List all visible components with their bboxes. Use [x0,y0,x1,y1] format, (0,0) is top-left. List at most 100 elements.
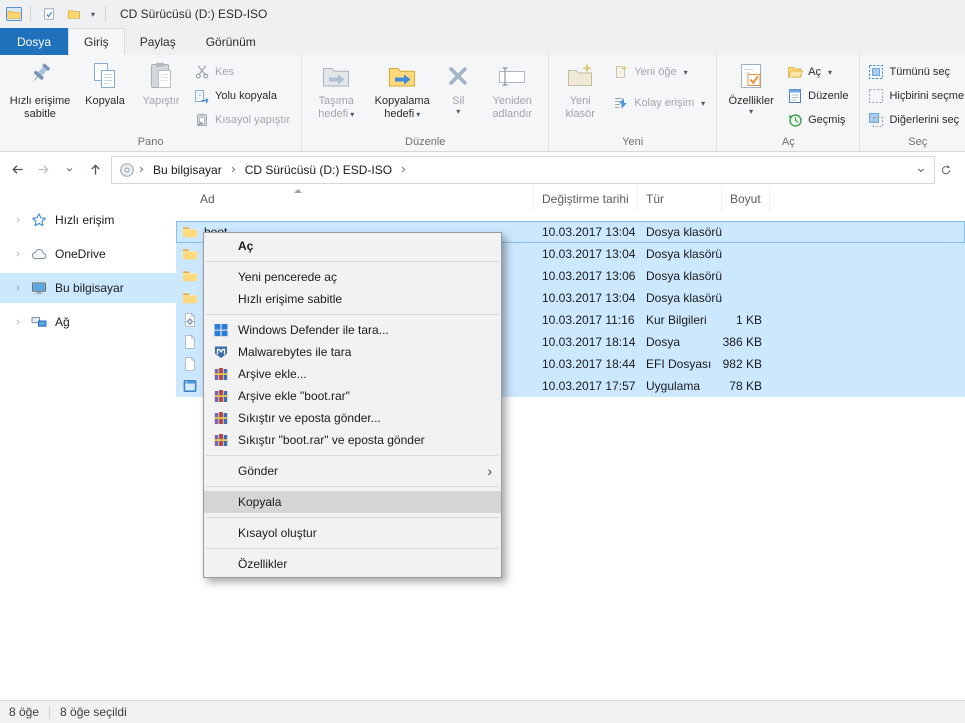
rename-button[interactable]: Yeniden adlandır [479,56,545,134]
edit-icon [787,88,803,104]
recent-locations-button[interactable] [56,157,82,183]
file-icon [182,334,198,350]
new-item-button[interactable]: Yeni öğe ▾ [610,60,711,84]
column-header-size[interactable]: Boyut [722,187,770,211]
qat-customize-caret-icon[interactable]: ▾ [89,10,97,19]
breadcrumb-this-pc[interactable]: Bu bilgisayar [148,163,227,177]
sidebar-item-onedrive[interactable]: OneDrive [0,239,176,269]
address-dropdown-button[interactable] [910,159,932,181]
cd-drive-icon [119,162,135,178]
copy-button[interactable]: Kopyala [77,56,133,134]
copy-to-button[interactable]: Kopyalama hedefi ▾ [367,56,437,134]
menu-separator [206,261,499,262]
menu-item-defender-scan[interactable]: Windows Defender ile tara... [204,319,501,341]
menu-separator [206,314,499,315]
move-to-button[interactable]: Taşıma hedefi ▾ [305,56,367,134]
ribbon-group-open: Özellikler ▾ Aç ▾ Düzenle Geçmiş Aç [717,55,861,151]
dropdown-caret-icon: ▾ [701,98,706,108]
column-header-type[interactable]: Tür [638,187,722,211]
sidebar-item-quick-access[interactable]: Hızlı erişim [0,205,176,235]
menu-item-pin-to-quick-access[interactable]: Hızlı erişime sabitle [204,288,501,310]
menu-item-properties[interactable]: Özellikler [204,553,501,575]
group-label-organize: Düzenle [405,136,446,148]
item-count: 8 öğe [9,705,40,719]
chevron-right-icon [397,164,410,175]
easy-access-icon [613,95,629,111]
qat-new-folder-button[interactable] [64,4,84,24]
column-header-name[interactable]: Ad [176,187,534,211]
new-item-icon [613,64,629,80]
refresh-button[interactable] [935,159,957,181]
properties-mini-icon [42,7,56,21]
tab-view[interactable]: Görünüm [191,28,271,55]
invert-selection-button[interactable]: Diğerlerini seç [865,108,965,132]
forward-button[interactable] [30,157,56,183]
ribbon-tabs: Dosya Giriş Paylaş Görünüm [0,28,965,55]
sidebar-item-label: Hızlı erişim [55,213,115,227]
menu-item-compress-and-email[interactable]: Sıkıştır ve eposta gönder... [204,407,501,429]
ribbon: Hızlı erişime sabitle Kopyala Yapıştır K… [0,55,965,152]
delete-button[interactable]: Sil ▾ [437,56,479,134]
setup-information-icon [182,312,198,328]
select-none-button[interactable]: Hiçbirini seçme [865,84,965,108]
sidebar-item-network[interactable]: Ağ [0,307,176,337]
menu-item-create-shortcut[interactable]: Kısayol oluştur [204,522,501,544]
qat-properties-button[interactable] [39,4,59,24]
window-title: CD Sürücüsü (D:) ESD-ISO [120,7,268,21]
menu-item-malwarebytes-scan[interactable]: Malwarebytes ile tara [204,341,501,363]
select-all-icon [868,64,884,80]
dropdown-caret-icon: ▾ [749,107,754,116]
pin-to-quick-access-button[interactable]: Hızlı erişime sabitle [3,56,77,134]
chevron-right-icon [13,215,23,225]
edit-button[interactable]: Düzenle [784,84,854,108]
tab-file[interactable]: Dosya [0,28,69,55]
breadcrumb-cd-drive[interactable]: CD Sürücüsü (D:) ESD-ISO [240,163,397,177]
easy-access-button[interactable]: Kolay erişim ▾ [610,91,711,115]
chevron-right-icon [135,164,148,175]
group-label-new: Yeni [622,136,644,148]
select-all-button[interactable]: Tümünü seç [865,60,965,84]
scissors-icon [194,64,210,80]
invert-selection-icon [868,112,884,128]
windows-defender-icon [213,322,229,338]
menu-item-open-new-window[interactable]: Yeni pencerede aç [204,266,501,288]
menu-separator [206,517,499,518]
group-label-select: Seç [908,136,928,148]
winrar-icon [213,388,229,404]
menu-item-send-to[interactable]: Gönder › [204,460,501,482]
tab-home[interactable]: Giriş [68,28,125,55]
back-button[interactable] [4,157,30,183]
menu-item-add-to-archive-bootrar[interactable]: Arşive ekle "boot.rar" [204,385,501,407]
sidebar-item-this-pc[interactable]: Bu bilgisayar [0,273,176,303]
menu-separator [206,455,499,456]
dropdown-caret-icon: ▾ [683,67,688,77]
address-bar[interactable]: Bu bilgisayar CD Sürücüsü (D:) ESD-ISO [111,155,935,184]
dropdown-caret-icon: ▾ [350,110,355,119]
properties-button[interactable]: Özellikler ▾ [720,56,782,134]
paste-shortcut-button[interactable]: Kısayol yapıştır [191,108,296,132]
folder-icon [182,246,198,262]
chevron-right-icon [13,283,23,293]
menu-item-add-to-archive[interactable]: Arşive ekle... [204,363,501,385]
group-label-clipboard: Pano [137,136,164,148]
up-button[interactable] [82,157,108,183]
dropdown-caret-icon: ▾ [456,107,461,116]
menu-item-open[interactable]: Aç [204,235,501,257]
dropdown-caret-icon: ▾ [416,110,421,119]
ribbon-group-organize: Taşıma hedefi ▾ Kopyalama hedefi ▾ Sil ▾ Y… [302,55,550,151]
open-button[interactable]: Aç ▾ [784,60,854,84]
status-bar-separator [49,705,51,719]
column-header-date-modified[interactable]: Değiştirme tarihi [534,187,638,211]
tab-share[interactable]: Paylaş [125,28,191,55]
paste-button[interactable]: Yapıştır [133,56,189,134]
cut-button[interactable]: Kes [191,60,296,84]
onedrive-cloud-icon [31,246,47,262]
arrow-right-icon [36,162,51,177]
new-folder-icon [564,60,596,92]
new-folder-button[interactable]: Yeni klasör [552,56,608,134]
history-button[interactable]: Geçmiş [784,108,854,132]
menu-item-copy[interactable]: Kopyala [204,491,501,513]
copy-path-button[interactable]: Yolu kopyala [191,84,296,108]
menu-item-compress-bootrar-and-email[interactable]: Sıkıştır "boot.rar" ve eposta gönder [204,429,501,451]
group-label-open: Aç [781,136,795,148]
